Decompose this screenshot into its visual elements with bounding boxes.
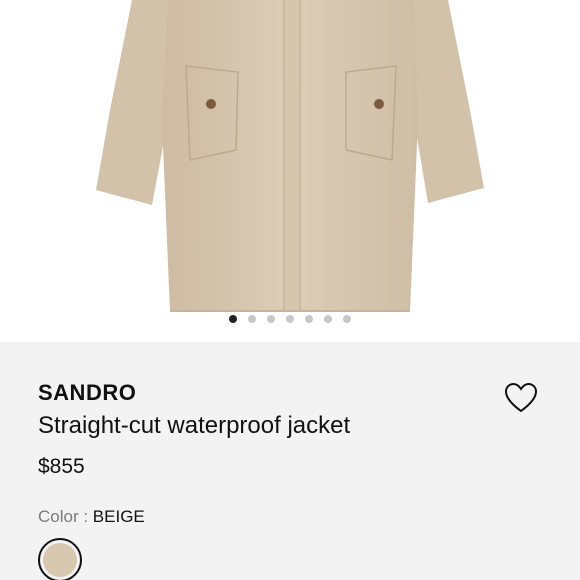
swatch-fill	[43, 543, 77, 577]
color-swatch-beige[interactable]	[38, 538, 82, 580]
carousel-dot[interactable]	[229, 315, 237, 323]
carousel-dot[interactable]	[267, 315, 275, 323]
product-info-panel: SANDRO Straight-cut waterproof jacket $8…	[0, 342, 580, 580]
wishlist-button[interactable]	[504, 382, 538, 414]
heart-icon	[504, 382, 538, 413]
color-value: BEIGE	[92, 507, 145, 526]
product-image[interactable]	[0, 0, 580, 342]
product-price: $855	[38, 455, 85, 478]
carousel-dot[interactable]	[286, 315, 294, 323]
coat-illustration	[96, 0, 484, 312]
carousel-dot[interactable]	[343, 315, 351, 323]
carousel-dot[interactable]	[324, 315, 332, 323]
carousel-dot[interactable]	[305, 315, 313, 323]
carousel-dot[interactable]	[248, 315, 256, 323]
product-title: Straight-cut waterproof jacket	[38, 412, 351, 439]
color-label: Color :	[38, 507, 93, 526]
color-selection: Color : BEIGE	[38, 507, 145, 527]
carousel-dots	[0, 315, 580, 323]
brand-name: SANDRO	[38, 380, 137, 405]
